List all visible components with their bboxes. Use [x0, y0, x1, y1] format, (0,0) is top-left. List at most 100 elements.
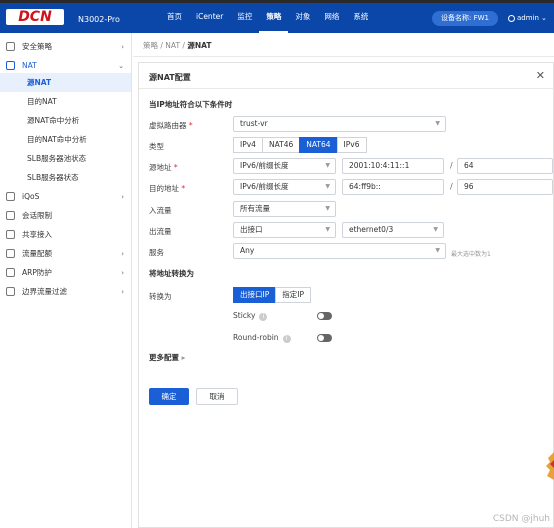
nav-object[interactable]: 对象: [288, 3, 317, 33]
sidebar-sub-snat-hit-analysis[interactable]: 源NAT命中分析: [0, 111, 131, 130]
sidebar-sub-slb-server-status[interactable]: SLB服务器状态: [0, 168, 131, 187]
label-round-robin: Round-robin i: [233, 333, 291, 343]
caret-down-icon: ▼: [325, 183, 330, 190]
type-option-nat64[interactable]: NAT64: [299, 137, 338, 153]
sidebar-item-traffic-quota[interactable]: 流量配额 ›: [0, 244, 131, 263]
user-menu[interactable]: admin ⌄: [508, 14, 547, 22]
device-name-badge: 设备名称: FW1: [432, 11, 498, 26]
shield-list-icon: [6, 42, 15, 51]
round-robin-toggle[interactable]: [317, 334, 332, 342]
sidebar-sub-slb-pool-status[interactable]: SLB服务器池状态: [0, 149, 131, 168]
prefix-separator: /: [450, 182, 453, 191]
sidebar-sub-destination-nat[interactable]: 目的NAT: [0, 92, 131, 111]
type-option-nat46[interactable]: NAT46: [261, 137, 301, 153]
chevron-right-icon: ›: [121, 287, 124, 296]
chevron-down-icon: ⌄: [540, 14, 547, 22]
mascot-icon: [546, 452, 554, 480]
sidebar-item-arp-protection[interactable]: ARP防护 ›: [0, 263, 131, 282]
nav-monitor[interactable]: 监控: [230, 3, 259, 33]
sidebar-sub-source-nat[interactable]: 源NAT: [0, 73, 131, 92]
caret-down-icon: ▼: [325, 226, 330, 233]
chevron-right-icon: ›: [121, 249, 124, 258]
dialog-title: 源NAT配置: [149, 73, 191, 82]
sidebar-item-label: 会话限制: [22, 211, 52, 220]
egress-type-select[interactable]: 出接口 ▼: [233, 222, 336, 238]
arp-shield-icon: [6, 268, 15, 277]
nav-policy[interactable]: 策略: [259, 3, 289, 33]
source-prefix-input[interactable]: 64: [457, 158, 553, 174]
type-option-ipv6[interactable]: IPv6: [336, 137, 367, 153]
source-address-input[interactable]: 2001:10:4:11::1: [342, 158, 444, 174]
caret-down-icon: ▼: [325, 162, 330, 169]
destination-address-type-value: IPv6/前缀长度: [240, 182, 289, 191]
ingress-select[interactable]: 所有流量 ▼: [233, 201, 336, 217]
prefix-separator: /: [450, 161, 453, 170]
sticky-toggle[interactable]: [317, 312, 332, 320]
source-address-type-select[interactable]: IPv6/前缀长度 ▼: [233, 158, 336, 174]
nav-system[interactable]: 系统: [346, 3, 375, 33]
translate-option-specified-ip[interactable]: 指定IP: [275, 287, 311, 303]
chevron-down-icon: ⌄: [118, 61, 124, 70]
device-model: N3002-Pro: [78, 15, 120, 24]
sidebar-sub-dnat-hit-analysis[interactable]: 目的NAT命中分析: [0, 130, 131, 149]
sidebar-item-label: 安全策略: [22, 42, 52, 51]
sidebar-item-label: iQoS: [22, 192, 40, 201]
label-virtual-router: 虚拟路由器 *: [149, 121, 193, 130]
sidebar-item-shared-access[interactable]: 共享接入: [0, 225, 131, 244]
sidebar-item-label: 共享接入: [22, 230, 52, 239]
info-icon: i: [259, 313, 268, 321]
egress-interface-select[interactable]: ethernet0/3 ▼: [342, 222, 444, 238]
nat-icon: [6, 61, 15, 70]
source-address-type-value: IPv6/前缀长度: [240, 161, 289, 170]
nav-icenter[interactable]: iCenter: [189, 3, 230, 33]
sidebar-item-label: NAT: [22, 61, 37, 70]
sidebar-item-label: ARP防护: [22, 268, 52, 277]
divider: [139, 88, 554, 89]
chevron-right-icon: ›: [121, 192, 124, 201]
service-select[interactable]: Any ▼: [233, 243, 446, 259]
sidebar-item-border-filter[interactable]: 边界流量过滤 ›: [0, 282, 131, 301]
caret-down-icon: ▼: [433, 226, 438, 233]
sidebar-item-iqos[interactable]: iQoS ›: [0, 187, 131, 206]
destination-prefix-input[interactable]: 96: [457, 179, 553, 195]
destination-address-input[interactable]: 64:ff9b::: [342, 179, 444, 195]
sidebar-item-label: 流量配额: [22, 249, 52, 258]
cancel-button[interactable]: 取消: [196, 388, 238, 405]
main-nav: 首页 iCenter 监控 策略 对象 网络 系统: [160, 3, 375, 33]
translate-option-egress-ip[interactable]: 出接口IP: [233, 287, 277, 303]
sidebar: 安全策略 › NAT ⌄ 源NAT 目的NAT 源NAT命中分析 目的NAT命中…: [0, 33, 132, 528]
chevron-right-icon: ›: [121, 42, 124, 51]
more-config-toggle[interactable]: 更多配置 ▸: [149, 352, 185, 363]
source-nat-dialog: 源NAT配置 ✕ 当IP地址符合以下条件时 虚拟路由器 * trust-vr ▼…: [138, 62, 554, 528]
label-egress: 出流量: [149, 227, 172, 236]
filter-icon: [6, 287, 15, 296]
nav-home[interactable]: 首页: [160, 3, 189, 33]
caret-down-icon: ▼: [435, 247, 440, 254]
user-icon: [508, 14, 515, 22]
top-navbar: DCN N3002-Pro 首页 iCenter 监控 策略 对象 网络 系统 …: [0, 3, 554, 33]
label-destination-address: 目的地址 *: [149, 184, 186, 193]
brand-logo: DCN: [6, 9, 64, 25]
destination-address-type-select[interactable]: IPv6/前缀长度 ▼: [233, 179, 336, 195]
caret-right-icon: ▸: [181, 353, 186, 362]
nav-network[interactable]: 网络: [317, 3, 346, 33]
breadcrumb-path[interactable]: 策略 / NAT /: [143, 41, 187, 50]
sidebar-item-label: 边界流量过滤: [22, 287, 67, 296]
virtual-router-select[interactable]: trust-vr ▼: [233, 116, 446, 132]
service-hint: 最大选中数为1: [451, 251, 491, 258]
close-icon[interactable]: ✕: [536, 69, 545, 82]
type-option-ipv4[interactable]: IPv4: [233, 137, 263, 153]
section-match-conditions: 当IP地址符合以下条件时: [149, 100, 233, 109]
type-segmented: IPv4 NAT46 NAT64 IPv6: [233, 137, 367, 153]
caret-down-icon: ▼: [325, 205, 330, 212]
confirm-button[interactable]: 确定: [149, 388, 189, 405]
session-icon: [6, 211, 15, 220]
label-source-address: 源地址 *: [149, 163, 178, 172]
label-translate-to: 转换为: [149, 292, 172, 301]
label-ingress: 入流量: [149, 206, 172, 215]
section-translate: 将地址转换为: [149, 269, 194, 278]
sidebar-item-security-policy[interactable]: 安全策略 ›: [0, 37, 131, 56]
watermark: CSDN @jhuh: [492, 514, 550, 524]
sidebar-item-session-limit[interactable]: 会话限制: [0, 206, 131, 225]
chevron-right-icon: ›: [121, 268, 124, 277]
